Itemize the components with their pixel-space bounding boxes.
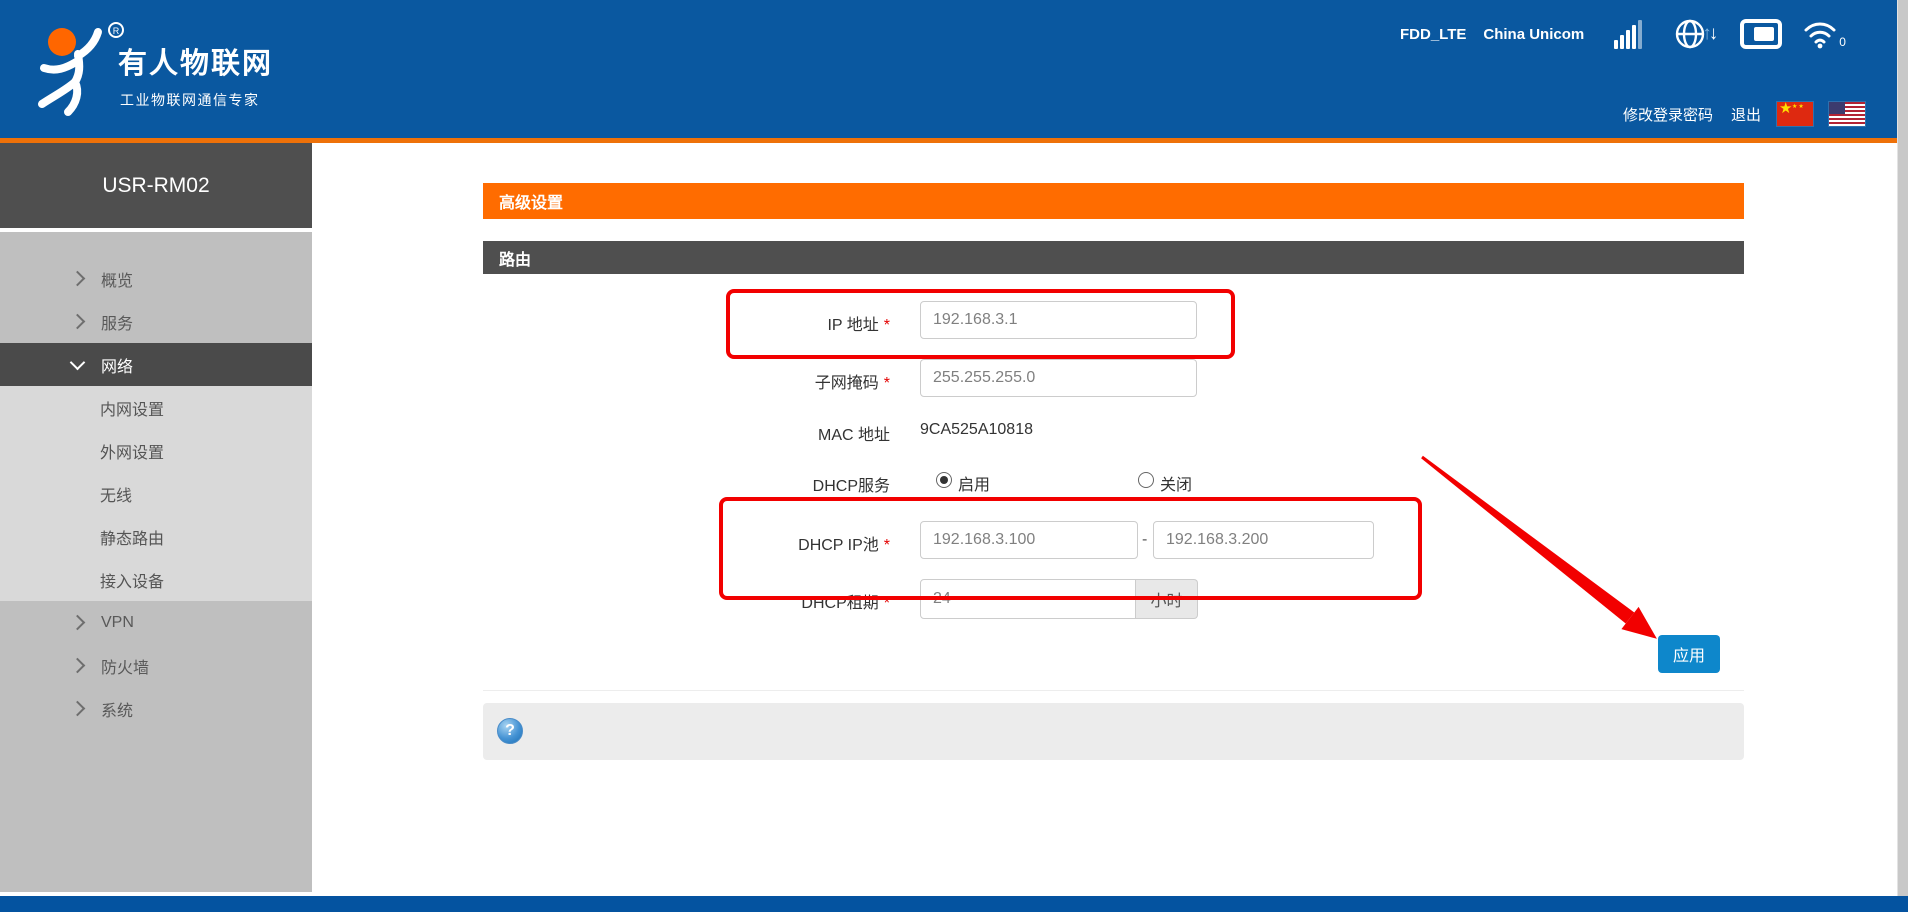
signal-strength-icon: [1612, 20, 1642, 49]
sim-card-icon: [1740, 19, 1782, 49]
english-language-flag[interactable]: [1829, 102, 1865, 126]
dhcp-enable-radio[interactable]: [936, 472, 952, 488]
chevron-right-icon: [70, 314, 86, 330]
sidebar-item-network[interactable]: 网络: [0, 343, 312, 386]
data-traffic-icon: ↑↓: [1674, 18, 1718, 50]
section-title: 路由: [483, 241, 1744, 274]
sidebar-item-label: VPN: [101, 614, 134, 632]
chevron-down-icon: [70, 354, 86, 370]
network-type-label: FDD_LTE: [1400, 26, 1466, 43]
mac-address-label: MAC 地址: [600, 421, 890, 445]
dhcp-disable-radio[interactable]: [1138, 472, 1154, 488]
dhcp-pool-end-input[interactable]: [1153, 521, 1374, 559]
flag-ministars: ★★: [1792, 103, 1805, 110]
carrier-label: China Unicom: [1483, 26, 1584, 43]
subnet-mask-label: 子网掩码 *: [600, 369, 890, 393]
wifi-client-count: 0: [1839, 35, 1846, 49]
dhcp-disable-label[interactable]: 关闭: [1160, 471, 1192, 495]
label-text: IP 地址: [827, 317, 878, 334]
required-asterisk: *: [884, 317, 890, 334]
sidebar-item-overview[interactable]: 概览: [0, 257, 312, 300]
flag-star: ★: [1779, 99, 1792, 117]
flag-canton: [1829, 102, 1845, 114]
sidebar-item-label: 服务: [101, 310, 133, 334]
mac-address-value: 9CA525A10818: [920, 421, 1033, 439]
footer-bar: [0, 896, 1908, 912]
help-icon[interactable]: ?: [497, 718, 523, 744]
sidebar-item-label: 静态路由: [100, 525, 164, 549]
label-text: DHCP服务: [813, 478, 890, 495]
upload-download-arrows-icon: ↑↓: [1702, 23, 1718, 45]
help-bar: [483, 703, 1744, 760]
brand-name: 有人物联网: [118, 40, 273, 82]
required-asterisk: *: [884, 375, 890, 392]
label-text: DHCP IP池: [798, 537, 879, 554]
chevron-right-icon: [70, 658, 86, 674]
label-text: MAC 地址: [818, 427, 890, 444]
label-text: DHCP租期: [801, 595, 878, 612]
sidebar-item-wan-settings[interactable]: 外网设置: [0, 429, 412, 472]
sidebar-item-label: 外网设置: [100, 439, 164, 463]
chevron-right-icon: [70, 615, 86, 631]
vertical-scrollbar[interactable]: [1897, 0, 1908, 896]
dhcp-enable-label[interactable]: 启用: [958, 471, 990, 495]
top-header: R 有人物联网 工业物联网通信专家 FDD_LTE China Unicom: [0, 0, 1908, 138]
sidebar-item-label: 无线: [100, 482, 132, 506]
wifi-icon: 0: [1802, 19, 1846, 49]
sidebar-item-label: 网络: [101, 353, 133, 377]
ip-address-label: IP 地址 *: [600, 311, 890, 335]
sidebar-item-label: 概览: [101, 267, 133, 291]
pool-range-separator: -: [1142, 531, 1147, 549]
chevron-right-icon: [70, 701, 86, 717]
subnet-mask-input[interactable]: [920, 359, 1197, 397]
header-links: 修改登录密码 退出 ★ ★★: [1623, 101, 1865, 127]
dhcp-service-label: DHCP服务: [600, 472, 890, 496]
status-bar: FDD_LTE China Unicom ↑↓: [1400, 10, 1846, 58]
usr-logo: R: [28, 20, 128, 120]
dhcp-lease-label: DHCP租期 *: [600, 589, 890, 613]
sidebar-item-label: 接入设备: [100, 568, 164, 592]
sidebar-item-label: 内网设置: [100, 396, 164, 420]
sidebar-item-services[interactable]: 服务: [0, 300, 312, 343]
sidebar-item-label: 防火墙: [101, 654, 149, 678]
sidebar-item-label: 系统: [101, 697, 133, 721]
running-person-icon: R: [28, 20, 128, 120]
change-password-link[interactable]: 修改登录密码: [1623, 104, 1713, 125]
sidebar-item-system[interactable]: 系统: [0, 687, 312, 730]
sidebar-item-firewall[interactable]: 防火墙: [0, 644, 312, 687]
apply-button[interactable]: 应用: [1658, 635, 1720, 673]
dhcp-lease-input[interactable]: [920, 579, 1136, 619]
sidebar-item-vpn[interactable]: VPN: [0, 601, 312, 644]
router-admin-page: R 有人物联网 工业物联网通信专家 FDD_LTE China Unicom: [0, 0, 1908, 912]
dhcp-pool-label: DHCP IP池 *: [600, 531, 890, 555]
brand-tagline: 工业物联网通信专家: [120, 90, 260, 110]
required-asterisk: *: [884, 537, 890, 554]
ip-address-input[interactable]: [920, 301, 1197, 339]
logout-link[interactable]: 退出: [1731, 104, 1761, 125]
page-title: 高级设置: [483, 183, 1744, 219]
dhcp-pool-start-input[interactable]: [920, 521, 1138, 559]
sidebar-item-static-route[interactable]: 静态路由: [0, 515, 412, 558]
sidebar-item-wireless[interactable]: 无线: [0, 472, 412, 515]
required-asterisk: *: [884, 595, 890, 612]
device-name-header: USR-RM02: [0, 143, 312, 228]
svg-text:R: R: [113, 26, 120, 36]
sidebar-item-connected-devices[interactable]: 接入设备: [0, 558, 412, 601]
chinese-language-flag[interactable]: ★ ★★: [1777, 102, 1813, 126]
chevron-right-icon: [70, 271, 86, 287]
sidebar-item-lan-settings[interactable]: 内网设置: [0, 386, 412, 429]
label-text: 子网掩码: [815, 375, 879, 392]
lease-unit-addon: 小时: [1136, 579, 1198, 619]
